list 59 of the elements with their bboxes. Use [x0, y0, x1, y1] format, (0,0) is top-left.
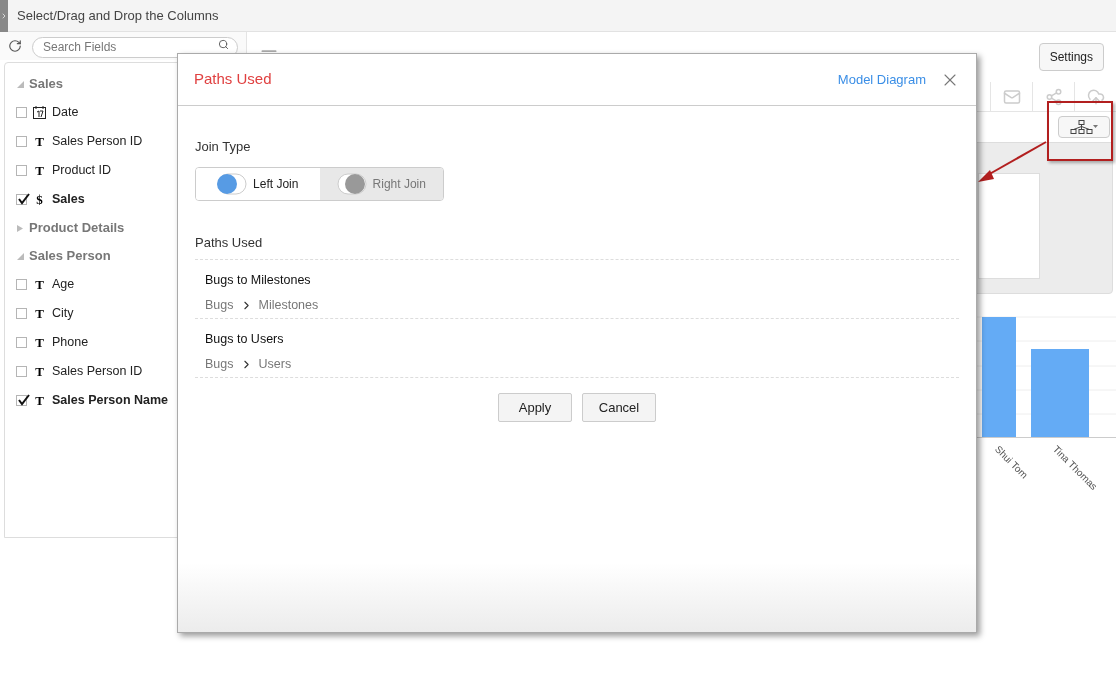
checkbox[interactable]: [16, 308, 27, 319]
field-name[interactable]: Age: [52, 275, 75, 294]
join-option[interactable]: Right Join: [319, 167, 443, 200]
field-name[interactable]: Date: [52, 103, 79, 122]
field-name[interactable]: Sales Person ID: [52, 132, 143, 151]
calendar-icon: [33, 106, 46, 119]
type-icon: $: [33, 189, 46, 210]
join-type-label: Join Type: [195, 138, 252, 156]
checkbox[interactable]: [16, 366, 27, 377]
path-name: Bugs to Milestones: [205, 272, 312, 289]
expanded-triangle-icon[interactable]: [17, 80, 24, 88]
field-name[interactable]: Sales Person ID: [52, 362, 143, 381]
type-icon: T: [33, 332, 46, 353]
dialog-button[interactable]: Apply: [498, 393, 572, 422]
dialog-title: Paths Used: [194, 69, 272, 90]
radio-knob-icon: [217, 172, 248, 195]
type-icon: T: [33, 361, 46, 382]
path-source: Bugs: [205, 355, 234, 373]
highlight-frame: [1047, 101, 1113, 161]
model-diagram-link[interactable]: Model Diagram: [837, 69, 926, 90]
type-icon: T: [33, 131, 46, 152]
collapsed-triangle-icon[interactable]: [17, 224, 24, 232]
checkbox[interactable]: [16, 337, 27, 348]
search-field[interactable]: Search Fields: [32, 36, 238, 58]
panel-title: Select/Drag and Drop the Columns: [17, 6, 219, 25]
group-name[interactable]: Product Details: [29, 218, 125, 238]
refresh-icon[interactable]: [8, 39, 22, 53]
group-name[interactable]: Sales: [29, 74, 63, 94]
type-icon: T: [33, 303, 46, 324]
field-name[interactable]: City: [52, 304, 74, 323]
path-source: Bugs: [205, 296, 234, 314]
field-name[interactable]: Product ID: [52, 161, 112, 180]
path-name: Bugs to Users: [205, 331, 285, 348]
checkbox[interactable]: [16, 279, 27, 290]
chevron-icon: [0, 11, 8, 20]
type-icon: T: [33, 274, 46, 295]
checkbox[interactable]: [16, 395, 27, 406]
expand-handle[interactable]: [0, 0, 8, 32]
paths-heading: Paths Used: [195, 233, 264, 252]
radio-knob-icon: [336, 172, 367, 195]
dialog-button[interactable]: Cancel: [582, 393, 656, 422]
checkbox[interactable]: [16, 165, 27, 176]
path-target: Milestones: [258, 296, 319, 314]
path-target: Users: [258, 355, 292, 373]
pointer-arrow: [976, 140, 1048, 184]
field-name[interactable]: Sales Person Name: [52, 391, 169, 410]
checkbox[interactable]: [16, 107, 27, 118]
field-name[interactable]: Phone: [52, 333, 89, 352]
checkbox[interactable]: [16, 136, 27, 147]
expanded-triangle-icon[interactable]: [17, 252, 24, 260]
group-name[interactable]: Sales Person: [29, 246, 111, 266]
checkbox[interactable]: [16, 194, 27, 205]
model-diagram-button[interactable]: [1058, 116, 1110, 138]
type-icon: T: [33, 390, 46, 411]
type-icon: T: [33, 160, 46, 181]
field-name[interactable]: Sales: [52, 190, 85, 209]
settings-button[interactable]: Settings: [1038, 43, 1104, 71]
search-icon: [218, 39, 229, 50]
hierarchy-icon: [1070, 120, 1098, 134]
